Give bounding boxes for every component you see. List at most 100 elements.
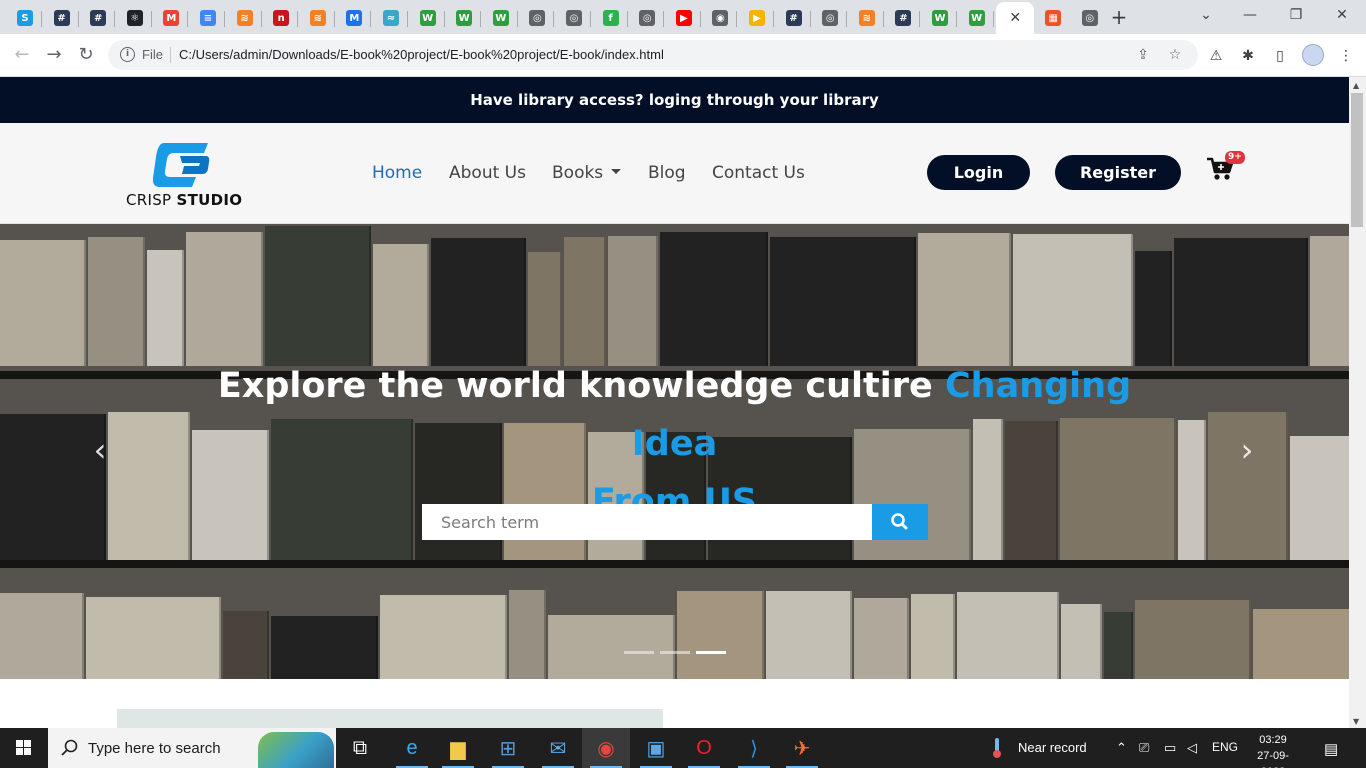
browser-tab[interactable]: n (264, 4, 299, 32)
browser-tab[interactable]: W (411, 4, 445, 32)
scroll-up-arrow-icon[interactable]: ▲ (1353, 81, 1359, 90)
share-icon[interactable]: ⇪ (1134, 46, 1152, 64)
browser-tab[interactable]: # (886, 4, 921, 32)
taskbar-edge-button[interactable]: e (388, 728, 436, 768)
browser-tab[interactable]: ◉ (703, 4, 738, 32)
nav-blog[interactable]: Blog (648, 163, 686, 183)
network-icon[interactable]: ⎚ (1139, 740, 1149, 756)
browser-tab[interactable]: ≋ (228, 4, 262, 32)
skype-icon: S (17, 10, 33, 26)
browser-tab[interactable]: S (8, 4, 42, 32)
side-panel-icon[interactable]: ▯ (1270, 46, 1290, 66)
browser-tab[interactable]: ◎ (813, 4, 848, 32)
hero-title-main: Explore the world knowledge cultire (217, 366, 933, 406)
carousel-next-button[interactable]: › (1235, 434, 1259, 466)
register-button[interactable]: Register (1055, 155, 1181, 190)
page-scrollbar[interactable]: ▲ ▼ (1349, 77, 1366, 728)
scroll-thumb[interactable] (1351, 93, 1363, 227)
carousel-indicator-1[interactable] (624, 651, 654, 654)
taskbar-app-button[interactable]: ▣ (632, 728, 680, 768)
browser-tab[interactable]: # (777, 4, 811, 32)
docs-icon: ≈ (383, 10, 399, 26)
taskbar-chrome-button[interactable]: ◉ (582, 728, 630, 768)
reload-button[interactable]: ↻ (72, 42, 100, 70)
browser-tab[interactable]: M (154, 4, 189, 32)
carousel-indicator-3[interactable] (696, 651, 726, 654)
language-indicator[interactable]: ENG (1212, 740, 1238, 754)
browser-tab[interactable]: ◎ (520, 4, 555, 32)
tab-search-button[interactable]: ⌄ (1184, 4, 1228, 28)
browser-tab[interactable]: ≈ (374, 4, 408, 32)
announcement-bar[interactable]: Have library access? loging through your… (0, 77, 1349, 123)
taskbar-store-button[interactable]: ⊞ (484, 728, 532, 768)
nav-home[interactable]: Home (372, 163, 422, 183)
close-window-button[interactable]: ✕ (1320, 4, 1364, 28)
globe-icon: ◎ (822, 10, 839, 26)
browser-menu-icon[interactable]: ⋮ (1336, 46, 1356, 66)
browser-tab[interactable]: f (594, 4, 628, 32)
browser-tab[interactable]: ▶ (667, 4, 701, 32)
crisp-studio-logo-icon[interactable] (152, 141, 210, 189)
hero-carousel: Explore the world knowledge cultire Chan… (0, 224, 1349, 679)
logo-text[interactable]: CRISP STUDIO (126, 191, 242, 209)
w-icon: W (492, 10, 509, 26)
scroll-down-arrow-icon[interactable]: ▼ (1353, 717, 1359, 726)
taskbar-search[interactable]: Type here to search (48, 728, 336, 768)
browser-tab[interactable]: ▶ (740, 4, 774, 32)
browser-tab[interactable]: ⚛ (118, 4, 152, 32)
browser-tab[interactable]: ◎ (557, 4, 591, 32)
browser-tab-active[interactable]: ✕ (996, 2, 1035, 34)
carousel-prev-button[interactable]: ‹ (88, 434, 112, 466)
extension-icon[interactable]: ⚠ (1206, 46, 1226, 66)
clock[interactable]: 03:29 27-09-2023 (1248, 732, 1298, 768)
tab-separator (443, 11, 445, 27)
clock-time: 03:29 (1259, 734, 1287, 746)
display-icon[interactable]: ▭ (1164, 740, 1176, 756)
bookmark-star-icon[interactable]: ☆ (1166, 46, 1184, 64)
nav-contact-us[interactable]: Contact Us (712, 163, 805, 183)
browser-tab[interactable]: # (81, 4, 116, 32)
taskbar-file-explorer-button[interactable]: ▆ (434, 728, 482, 768)
browser-tab[interactable]: ≋ (850, 4, 884, 32)
back-button[interactable]: ← (8, 42, 36, 70)
minimize-button[interactable]: — (1228, 4, 1272, 28)
notifications-icon[interactable]: ▤ (1324, 740, 1338, 758)
nav-about-us[interactable]: About Us (449, 163, 526, 183)
browser-tab[interactable]: ≡ (191, 4, 225, 32)
profile-avatar[interactable] (1302, 44, 1324, 66)
carousel-indicator-2[interactable] (660, 651, 690, 654)
browser-tab[interactable]: ◎ (1073, 4, 1107, 32)
browser-tab[interactable]: ◎ (630, 4, 665, 32)
search-button[interactable] (872, 504, 928, 540)
browser-tab[interactable]: W (484, 4, 518, 32)
browser-tab[interactable]: W (923, 4, 957, 32)
taskbar-mail-button[interactable]: ✉ (534, 728, 582, 768)
taskbar-vscode-button[interactable]: ⟩ (730, 728, 778, 768)
browser-tab[interactable]: W (960, 4, 994, 32)
weather-text[interactable]: Near record (1018, 740, 1087, 755)
new-tab-button[interactable]: + (1108, 7, 1130, 29)
login-button[interactable]: Login (927, 155, 1030, 190)
browser-tab[interactable]: ▦ (1036, 4, 1070, 32)
browser-tab[interactable]: # (45, 4, 79, 32)
taskbar-task-view-button[interactable]: ⧉ (336, 728, 384, 768)
site-info-icon[interactable]: i (120, 47, 135, 62)
browser-tab[interactable]: W (447, 4, 482, 32)
close-tab-icon[interactable]: ✕ (1009, 10, 1021, 26)
url-text[interactable]: C:/Users/admin/Downloads/E-book%20projec… (179, 47, 664, 62)
restore-button[interactable]: ❐ (1274, 4, 1318, 28)
volume-muted-icon[interactable]: ◁ (1187, 740, 1197, 756)
start-button[interactable] (0, 728, 48, 768)
browser-tab[interactable]: ≋ (301, 4, 335, 32)
tab-separator (809, 11, 811, 27)
forward-button[interactable]: → (40, 42, 68, 70)
address-bar[interactable]: i File C:/Users/admin/Downloads/E-book%2… (108, 40, 1198, 70)
nav-books[interactable]: Books (552, 163, 622, 183)
show-hidden-icons-icon[interactable]: ⌃ (1116, 740, 1127, 756)
extensions-puzzle-icon[interactable]: ✱ (1238, 46, 1258, 66)
taskbar-opera-button[interactable]: O (680, 728, 728, 768)
browser-tab[interactable]: M (337, 4, 372, 32)
react-icon: ⚛ (126, 10, 143, 26)
taskbar-postman-button[interactable]: ✈ (778, 728, 826, 768)
book-search-input[interactable] (422, 504, 872, 540)
